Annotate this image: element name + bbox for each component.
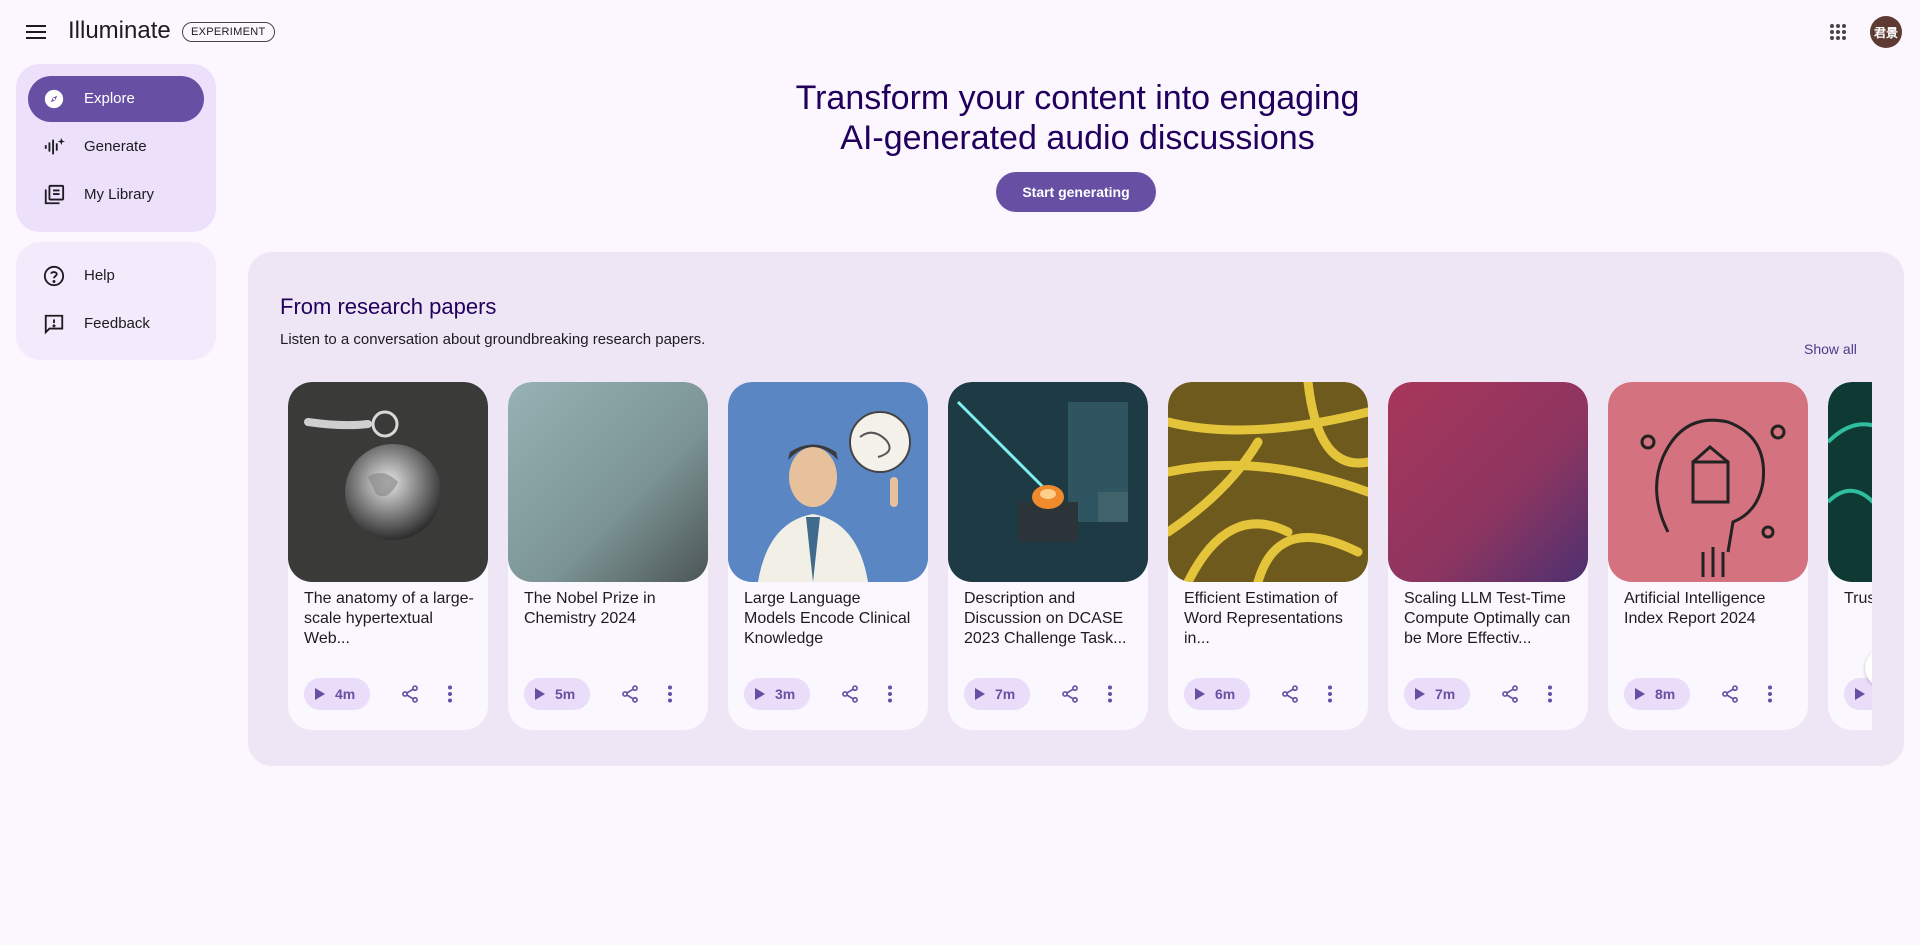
- more-vert-icon[interactable]: [1758, 682, 1782, 706]
- episode-card[interactable]: Trus... Alig... Lan...: [1828, 382, 1872, 730]
- card-title: The Nobel Prize in Chemistry 2024: [524, 590, 656, 627]
- menu-icon[interactable]: [20, 18, 52, 46]
- share-icon[interactable]: [618, 682, 642, 706]
- more-vert-icon[interactable]: [438, 682, 462, 706]
- card-thumbnail: [948, 382, 1148, 582]
- card-title: Efficient Estimation of Word Representat…: [1184, 590, 1343, 647]
- episode-card[interactable]: Scaling LLM Test-Time Compute Optimally …: [1388, 382, 1588, 730]
- share-icon[interactable]: [398, 682, 422, 706]
- play-button[interactable]: 4m: [304, 678, 370, 710]
- avatar[interactable]: 君景: [1870, 16, 1902, 48]
- play-button[interactable]: 8m: [1624, 678, 1690, 710]
- play-icon: [1195, 687, 1209, 701]
- start-generating-button[interactable]: Start generating: [996, 172, 1156, 212]
- sidebar-secondary-nav: Help Feedback: [16, 242, 216, 360]
- research-papers-section: From research papers Listen to a convers…: [248, 252, 1904, 766]
- compass-icon: [42, 87, 66, 111]
- play-button[interactable]: 5m: [524, 678, 590, 710]
- section-subtitle: Listen to a conversation about groundbre…: [280, 331, 706, 348]
- share-icon[interactable]: [1058, 682, 1082, 706]
- play-icon: [1415, 687, 1429, 701]
- sidebar-item-feedback[interactable]: Feedback: [28, 301, 204, 347]
- episode-card[interactable]: Description and Discussion on DCASE 2023…: [948, 382, 1148, 730]
- sidebar-item-my-library[interactable]: My Library: [28, 172, 204, 218]
- sparkle-waveform-icon: [42, 135, 66, 159]
- episode-card[interactable]: The anatomy of a large-scale hypertextua…: [288, 382, 488, 730]
- card-thumbnail: [1168, 382, 1368, 582]
- sidebar-item-explore[interactable]: Explore: [28, 76, 204, 122]
- episode-card[interactable]: Efficient Estimation of Word Representat…: [1168, 382, 1368, 730]
- more-vert-icon[interactable]: [878, 682, 902, 706]
- card-title: The anatomy of a large-scale hypertextua…: [304, 590, 474, 647]
- apps-grid-icon[interactable]: [1826, 20, 1850, 44]
- library-icon: [42, 183, 66, 207]
- duration-label: 5m: [555, 686, 576, 702]
- share-icon[interactable]: [1718, 682, 1742, 706]
- top-bar: Illuminate EXPERIMENT 君景: [0, 0, 1920, 64]
- play-icon: [755, 687, 769, 701]
- share-icon[interactable]: [838, 682, 862, 706]
- help-circle-icon: [42, 264, 66, 288]
- play-icon: [1635, 687, 1649, 701]
- sidebar-item-generate[interactable]: Generate: [28, 124, 204, 170]
- card-carousel: The anatomy of a large-scale hypertextua…: [288, 382, 1872, 732]
- show-all-link[interactable]: Show all: [1804, 341, 1857, 357]
- sidebar-main-nav: Explore Generate My Library: [16, 64, 216, 232]
- card-title: Artificial Intelligence Index Report 202…: [1624, 590, 1766, 627]
- play-icon: [1855, 687, 1869, 701]
- hero-line-1: Transform your content into engaging: [795, 79, 1360, 117]
- card-title: Scaling LLM Test-Time Compute Optimally …: [1404, 590, 1571, 647]
- section-title: From research papers: [280, 294, 497, 319]
- play-button[interactable]: 3m: [744, 678, 810, 710]
- card-thumbnail: [1828, 382, 1872, 582]
- hero-line-2: AI-generated audio discussions: [840, 119, 1315, 157]
- sidebar-item-label: Explore: [84, 90, 135, 107]
- card-thumbnail: [1608, 382, 1808, 582]
- play-button[interactable]: [1844, 678, 1872, 710]
- duration-label: 6m: [1215, 686, 1236, 702]
- more-vert-icon[interactable]: [658, 682, 682, 706]
- episode-card[interactable]: The Nobel Prize in Chemistry 2024 5m: [508, 382, 708, 730]
- feedback-icon: [42, 312, 66, 336]
- play-icon: [315, 687, 329, 701]
- app-title[interactable]: Illuminate: [68, 17, 171, 45]
- share-icon[interactable]: [1498, 682, 1522, 706]
- experiment-badge: EXPERIMENT: [182, 22, 275, 42]
- more-vert-icon[interactable]: [1098, 682, 1122, 706]
- hero-heading: Transform your content into engaging AI-…: [250, 78, 1905, 158]
- share-icon[interactable]: [1278, 682, 1302, 706]
- card-thumbnail: [508, 382, 708, 582]
- duration-label: 3m: [775, 686, 796, 702]
- episode-card[interactable]: Large Language Models Encode Clinical Kn…: [728, 382, 928, 730]
- duration-label: 4m: [335, 686, 356, 702]
- duration-label: 7m: [995, 686, 1016, 702]
- sidebar-item-label: Help: [84, 267, 115, 284]
- sidebar-item-label: My Library: [84, 186, 155, 203]
- sidebar-item-label: Feedback: [84, 315, 150, 332]
- more-vert-icon[interactable]: [1318, 682, 1342, 706]
- play-button[interactable]: 7m: [964, 678, 1030, 710]
- more-vert-icon[interactable]: [1538, 682, 1562, 706]
- card-title: Large Language Models Encode Clinical Kn…: [744, 590, 911, 647]
- play-button[interactable]: 7m: [1404, 678, 1470, 710]
- sidebar-item-help[interactable]: Help: [28, 253, 204, 299]
- card-thumbnail: [728, 382, 928, 582]
- duration-label: 7m: [1435, 686, 1456, 702]
- card-title: Trus... Alig... Lan...: [1844, 590, 1872, 607]
- episode-card[interactable]: Artificial Intelligence Index Report 202…: [1608, 382, 1808, 730]
- play-icon: [535, 687, 549, 701]
- play-icon: [975, 687, 989, 701]
- card-thumbnail: [1388, 382, 1588, 582]
- duration-label: 8m: [1655, 686, 1676, 702]
- card-thumbnail: [288, 382, 488, 582]
- play-button[interactable]: 6m: [1184, 678, 1250, 710]
- sidebar-item-label: Generate: [84, 138, 147, 155]
- card-title: Description and Discussion on DCASE 2023…: [964, 590, 1127, 647]
